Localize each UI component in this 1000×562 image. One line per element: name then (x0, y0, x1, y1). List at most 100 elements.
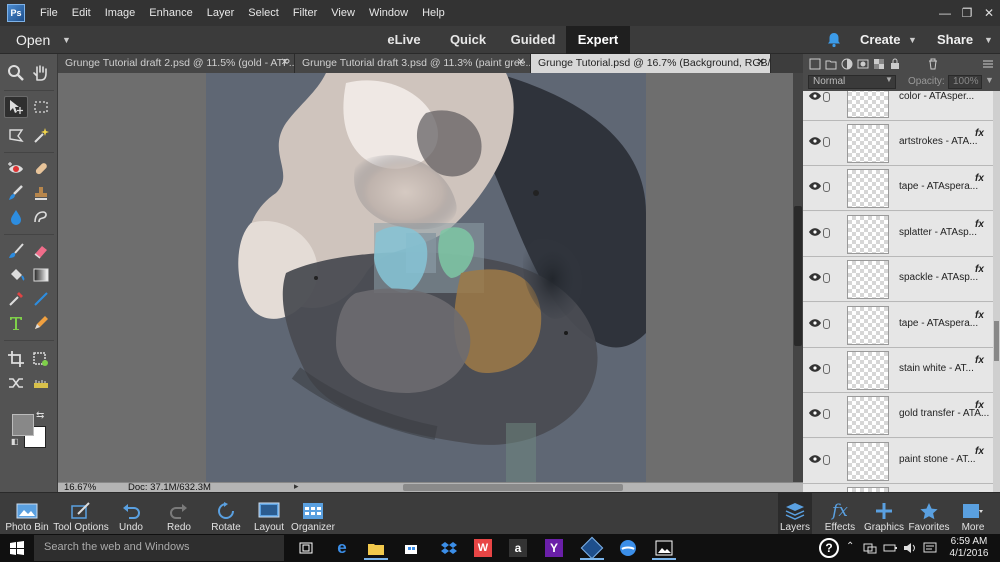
layer-row[interactable]: stain white - AT... fx (803, 348, 993, 393)
new-layer-icon[interactable] (808, 57, 821, 70)
visibility-eye-icon[interactable] (809, 364, 821, 372)
tab-guided[interactable]: Guided (506, 26, 560, 54)
open-button[interactable]: Open (16, 26, 50, 54)
share-dropdown-icon[interactable]: ▼ (984, 26, 993, 54)
layer-fx-icon[interactable]: fx (975, 310, 984, 321)
adjustment-layer-icon[interactable] (840, 57, 853, 70)
app-logo-icon[interactable]: Ps (7, 4, 25, 22)
share-button[interactable]: Share (937, 26, 973, 54)
menu-edit[interactable]: Edit (65, 0, 98, 26)
dropbox-icon[interactable] (435, 536, 463, 560)
menu-help[interactable]: Help (415, 0, 452, 26)
smart-brush-icon[interactable] (4, 182, 28, 204)
layer-mask-icon[interactable] (856, 57, 869, 70)
layer-row[interactable]: color - ATAsper... fx (803, 91, 993, 121)
close-button[interactable]: ✕ (978, 0, 1000, 26)
menu-layer[interactable]: Layer (200, 0, 242, 26)
swap-colors-icon[interactable]: ⇆ (36, 410, 44, 421)
task-view-icon[interactable] (292, 536, 320, 560)
layer-link-icon[interactable] (823, 273, 830, 283)
recompose-tool-icon[interactable] (29, 348, 53, 370)
layer-row[interactable]: tape - ATAspera... fx (803, 303, 993, 348)
menu-view[interactable]: View (324, 0, 362, 26)
opacity-input[interactable]: 100% (948, 75, 982, 89)
maximize-button[interactable]: ❐ (956, 0, 978, 26)
store-icon[interactable] (397, 536, 425, 560)
layer-row[interactable]: splatter - ATAsp... fx (803, 212, 993, 257)
notification-bell-icon[interactable] (826, 32, 842, 48)
taskbar-search-box[interactable]: Search the web and Windows (34, 535, 284, 561)
layer-fx-icon[interactable]: fx (975, 219, 984, 230)
layers-scrollbar[interactable] (993, 91, 1000, 492)
layer-link-icon[interactable] (823, 228, 830, 238)
layer-row[interactable]: tape - ATAspera... fx (803, 166, 993, 211)
menu-enhance[interactable]: Enhance (142, 0, 199, 26)
layer-link-icon[interactable] (823, 455, 830, 465)
layout-button[interactable]: Layout (252, 493, 286, 535)
favorites-button[interactable]: Favorites (908, 493, 950, 535)
status-menu-arrow-icon[interactable]: ▸ (294, 481, 299, 492)
system-clock[interactable]: 6:59 AM 4/1/2016 (944, 536, 994, 560)
move-tool-icon[interactable] (4, 96, 28, 118)
gradient-tool-icon[interactable] (29, 264, 53, 286)
effects-button[interactable]: fx Effects (822, 493, 858, 535)
layer-fx-icon[interactable]: fx (975, 173, 984, 184)
doc-tab[interactable]: Grunge Tutorial draft 2.psd @ 11.5% (gol… (58, 54, 295, 73)
canvas-vertical-scrollbar[interactable] (793, 73, 803, 482)
tab-elive[interactable]: eLive (380, 26, 428, 54)
photos-app-icon[interactable] (650, 536, 678, 560)
layer-fx-icon[interactable]: fx (975, 355, 984, 366)
layer-row[interactable]: gold transfer - ATA... fx (803, 393, 993, 438)
tab-expert[interactable]: Expert (566, 26, 630, 54)
layer-link-icon[interactable] (823, 137, 830, 147)
yahoo-app-icon[interactable]: Y (540, 536, 568, 560)
lock-transparent-icon[interactable] (872, 57, 885, 70)
rectangular-marquee-icon[interactable] (29, 96, 53, 118)
minimize-button[interactable]: — (934, 0, 956, 26)
blend-mode-select[interactable]: Normal (808, 75, 896, 89)
clone-stamp-icon[interactable] (29, 182, 53, 204)
help-circle-icon[interactable]: ? (815, 536, 843, 560)
zoom-tool-icon[interactable] (4, 62, 28, 84)
default-colors-icon[interactable]: ◧ (11, 437, 19, 446)
foreground-color-swatch[interactable] (12, 414, 34, 436)
layer-fx-icon[interactable]: fx (975, 400, 984, 411)
eyedropper-icon[interactable] (4, 288, 28, 310)
undo-button[interactable]: Undo (114, 493, 148, 535)
content-aware-move-icon[interactable] (4, 372, 28, 394)
magic-wand-icon[interactable] (29, 124, 53, 146)
canvas-area[interactable] (58, 73, 793, 482)
document-canvas[interactable] (206, 73, 646, 482)
elements-organizer-taskbar-icon[interactable] (614, 536, 642, 560)
menu-filter[interactable]: Filter (286, 0, 324, 26)
sponge-tool-icon[interactable] (29, 206, 53, 228)
close-tab-icon[interactable]: ✕ (757, 54, 765, 72)
visibility-eye-icon[interactable] (809, 319, 821, 327)
word-app-icon[interactable]: W (469, 536, 497, 560)
line-tool-icon[interactable] (29, 288, 53, 310)
layer-link-icon[interactable] (823, 182, 830, 192)
create-dropdown-icon[interactable]: ▼ (908, 26, 917, 54)
visibility-eye-icon[interactable] (809, 182, 821, 190)
layers-scroll-thumb[interactable] (994, 321, 999, 361)
blur-tool-icon[interactable] (4, 206, 28, 228)
vertical-scroll-thumb[interactable] (794, 206, 802, 346)
red-eye-tool-icon[interactable] (4, 158, 28, 180)
menu-window[interactable]: Window (362, 0, 415, 26)
layer-link-icon[interactable] (823, 409, 830, 419)
menu-file[interactable]: File (33, 0, 65, 26)
hand-tool-icon[interactable] (29, 62, 53, 84)
tab-quick[interactable]: Quick (446, 26, 490, 54)
edge-browser-icon[interactable]: e (328, 536, 356, 560)
type-tool-icon[interactable] (4, 312, 28, 334)
spot-healing-brush-icon[interactable] (29, 158, 53, 180)
visibility-eye-icon[interactable] (809, 455, 821, 463)
layer-fx-icon[interactable]: fx (975, 264, 984, 275)
photoshop-elements-taskbar-icon[interactable] (578, 536, 606, 560)
menu-image[interactable]: Image (98, 0, 143, 26)
new-group-icon[interactable] (824, 57, 837, 70)
horizontal-scroll-thumb[interactable] (403, 484, 623, 491)
show-hidden-icons-icon[interactable]: ⌃ (846, 541, 854, 552)
paint-bucket-icon[interactable] (4, 264, 28, 286)
lasso-tool-icon[interactable] (4, 124, 28, 146)
